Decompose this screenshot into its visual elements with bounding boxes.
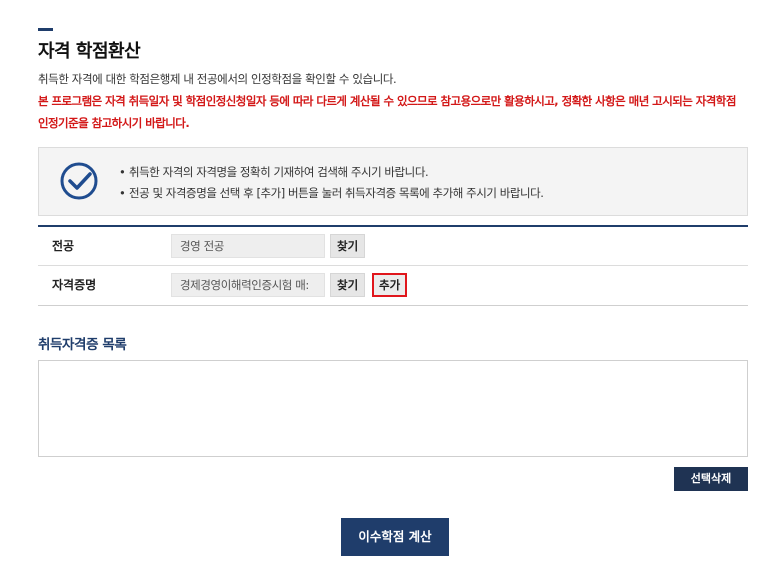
warning-text: 본 프로그램은 자격 취득일자 및 학점인정신청일자 등에 따라 다르게 계산될… [38, 94, 736, 130]
certificate-row: 자격증명 경제경영이해력인증시험 매: 찾기 추가 [38, 265, 748, 305]
page-description: 취득한 자격에 대한 학점은행제 내 전공에서의 인정학점을 확인할 수 있습니… [38, 72, 397, 86]
title-accent-bar [38, 28, 53, 31]
certificate-input[interactable]: 경제경영이해력인증시험 매: [171, 273, 325, 297]
certificate-list-title: 취득자격증 목록 [38, 337, 127, 353]
certificate-label: 자격증명 [52, 278, 97, 292]
page-title: 자격 학점환산 [38, 41, 141, 62]
major-input[interactable]: 경영 전공 [171, 234, 325, 258]
certificate-list[interactable] [38, 360, 748, 457]
check-circle-icon [60, 162, 98, 200]
major-label: 전공 [52, 239, 75, 253]
search-form: 전공 경영 전공 찾기 자격증명 경제경영이해력인증시험 매: 찾기 추가 [38, 225, 748, 306]
certificate-find-button[interactable]: 찾기 [330, 273, 366, 297]
notice-item: 취득한 자격의 자격명을 정확히 기재하여 검색해 주시기 바랍니다. [119, 162, 543, 183]
notice-box: 취득한 자격의 자격명을 정확히 기재하여 검색해 주시기 바랍니다. 전공 및… [38, 147, 748, 216]
major-find-button[interactable]: 찾기 [330, 234, 366, 258]
delete-selected-button[interactable]: 선택삭제 [674, 467, 748, 491]
notice-item: 전공 및 자격증명을 선택 후 [추가] 버튼을 눌러 취득자격증 목록에 추가… [119, 183, 544, 204]
major-row: 전공 경영 전공 찾기 [38, 227, 748, 265]
add-button[interactable]: 추가 [372, 273, 408, 297]
notice-list: 취득한 자격의 자격명을 정확히 기재하여 검색해 주시기 바랍니다. 전공 및… [119, 162, 544, 204]
calculate-credits-button[interactable]: 이수학점 계산 [341, 518, 449, 556]
